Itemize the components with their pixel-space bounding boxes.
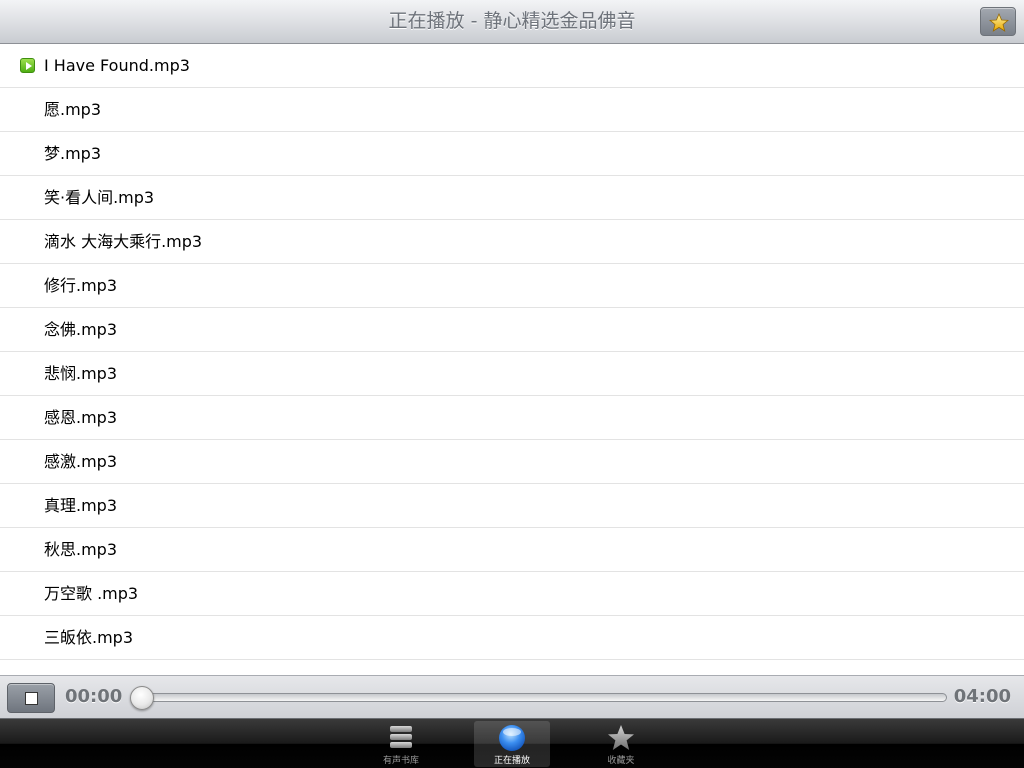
track-row-7[interactable]: 悲悯.mp3 <box>0 352 1024 396</box>
track-name: 修行.mp3 <box>44 276 118 295</box>
track-list[interactable]: I Have Found.mp3 愿.mp3 梦.mp3 笑·看人间.mp3 滴… <box>0 44 1024 675</box>
tab-label: 收藏夹 <box>607 756 635 766</box>
track-row-0[interactable]: I Have Found.mp3 <box>0 44 1024 88</box>
track-row-10[interactable]: 真理.mp3 <box>0 484 1024 528</box>
track-name: 悲悯.mp3 <box>44 364 118 383</box>
stop-icon <box>25 692 38 705</box>
progress-slider[interactable] <box>137 693 947 702</box>
track-row-8[interactable]: 感恩.mp3 <box>0 396 1024 440</box>
track-name: 愿.mp3 <box>44 100 102 119</box>
track-name: 感恩.mp3 <box>44 408 118 427</box>
now-playing-icon <box>20 58 35 73</box>
track-row-2[interactable]: 梦.mp3 <box>0 132 1024 176</box>
books-stack-icon <box>390 726 412 748</box>
tab-label: 有声书库 <box>382 756 419 766</box>
track-name: 感激.mp3 <box>44 452 118 471</box>
title-bar: 正在播放 - 静心精选金品佛音 <box>0 0 1024 44</box>
track-row-4[interactable]: 滴水 大海大乘行.mp3 <box>0 220 1024 264</box>
total-time: 04:00 <box>953 686 1011 707</box>
stop-button[interactable] <box>7 683 55 713</box>
tab-bar: 有声书库 正在播放 收藏夹 <box>0 719 1024 768</box>
track-row-12[interactable]: 万空歌 .mp3 <box>0 572 1024 616</box>
blue-orb-icon <box>499 725 525 751</box>
track-name: 笑·看人间.mp3 <box>44 188 155 207</box>
track-name: 秋思.mp3 <box>44 540 118 559</box>
track-name: 念佛.mp3 <box>44 320 118 339</box>
track-row-1[interactable]: 愿.mp3 <box>0 88 1024 132</box>
tab-library[interactable]: 有声书库 <box>363 721 439 767</box>
tab-favorites[interactable]: 收藏夹 <box>583 721 659 767</box>
track-name: 滴水 大海大乘行.mp3 <box>44 232 203 251</box>
add-favorite-button[interactable] <box>980 7 1016 36</box>
player-bar: 00:00 04:00 <box>0 675 1024 719</box>
progress-thumb[interactable] <box>130 686 154 710</box>
track-name: 梦.mp3 <box>44 144 102 163</box>
page-title: 正在播放 - 静心精选金品佛音 <box>388 10 636 32</box>
tab-label: 正在播放 <box>493 756 530 766</box>
track-name: 三皈依.mp3 <box>44 628 134 647</box>
track-row-11[interactable]: 秋思.mp3 <box>0 528 1024 572</box>
tab-now-playing[interactable]: 正在播放 <box>474 721 550 767</box>
track-name: I Have Found.mp3 <box>44 56 190 75</box>
star-icon <box>608 725 634 750</box>
star-icon <box>989 13 1009 32</box>
track-row-5[interactable]: 修行.mp3 <box>0 264 1024 308</box>
track-name: 真理.mp3 <box>44 496 118 515</box>
track-row-13[interactable]: 三皈依.mp3 <box>0 616 1024 660</box>
track-row-6[interactable]: 念佛.mp3 <box>0 308 1024 352</box>
current-time: 00:00 <box>65 686 123 707</box>
track-row-9[interactable]: 感激.mp3 <box>0 440 1024 484</box>
track-row-3[interactable]: 笑·看人间.mp3 <box>0 176 1024 220</box>
track-name: 万空歌 .mp3 <box>44 584 139 603</box>
